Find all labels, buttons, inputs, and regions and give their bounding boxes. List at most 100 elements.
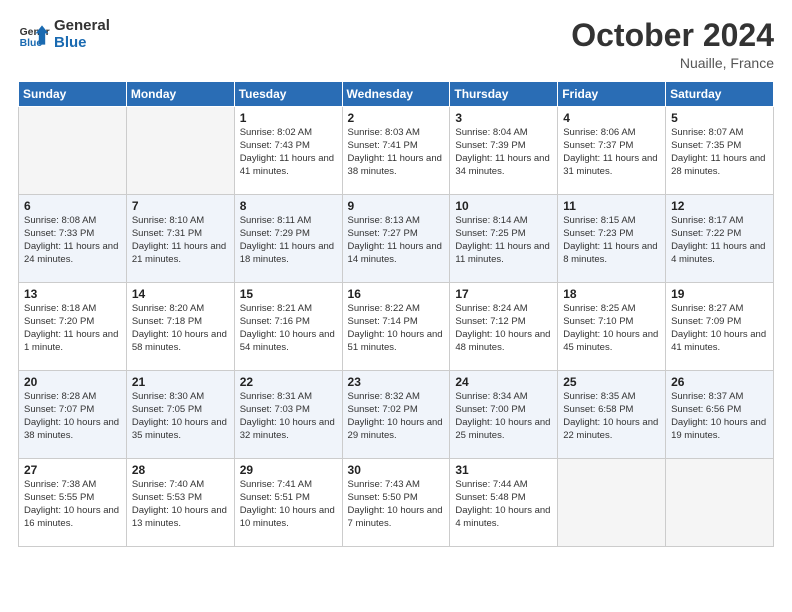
day-number: 25 [563, 375, 660, 389]
weekday-header-monday: Monday [126, 82, 234, 107]
calendar-cell: 18Sunrise: 8:25 AM Sunset: 7:10 PM Dayli… [558, 283, 666, 371]
day-number: 10 [455, 199, 552, 213]
day-detail: Sunrise: 7:41 AM Sunset: 5:51 PM Dayligh… [240, 479, 337, 530]
calendar-cell: 6Sunrise: 8:08 AM Sunset: 7:33 PM Daylig… [19, 195, 127, 283]
day-detail: Sunrise: 8:22 AM Sunset: 7:14 PM Dayligh… [348, 303, 445, 354]
calendar-week-row: 1 Sunrise: 8:02 AM Sunset: 7:43 PM Daylig… [19, 107, 774, 195]
calendar-cell [126, 107, 234, 195]
day-number: 5 [671, 111, 768, 125]
location-subtitle: Nuaille, France [571, 55, 774, 71]
calendar-cell: 19Sunrise: 8:27 AM Sunset: 7:09 PM Dayli… [666, 283, 774, 371]
weekday-header-sunday: Sunday [19, 82, 127, 107]
weekday-header-saturday: Saturday [666, 82, 774, 107]
calendar-header: SundayMondayTuesdayWednesdayThursdayFrid… [19, 82, 774, 107]
day-detail: Sunrise: 8:08 AM Sunset: 7:33 PM Dayligh… [24, 215, 121, 266]
calendar-week-row: 6Sunrise: 8:08 AM Sunset: 7:33 PM Daylig… [19, 195, 774, 283]
calendar-cell: 4 Sunrise: 8:06 AM Sunset: 7:37 PM Daylig… [558, 107, 666, 195]
calendar-cell: 20 Sunrise: 8:28 AM Sunset: 7:07 PM Dayli… [19, 371, 127, 459]
day-detail: Sunrise: 8:13 AM Sunset: 7:27 PM Dayligh… [348, 215, 445, 266]
calendar-cell: 26Sunrise: 8:37 AM Sunset: 6:56 PM Dayli… [666, 371, 774, 459]
day-number: 11 [563, 199, 660, 213]
calendar-cell: 8 Sunrise: 8:11 AM Sunset: 7:29 PM Daylig… [234, 195, 342, 283]
calendar-cell: 27 Sunrise: 7:38 AM Sunset: 5:55 PM Dayli… [19, 459, 127, 547]
day-number: 26 [671, 375, 768, 389]
day-number: 15 [240, 287, 337, 301]
day-number: 29 [240, 463, 337, 477]
page: General Blue General Blue October 2024 N… [0, 0, 792, 612]
day-detail: Sunrise: 8:15 AM Sunset: 7:23 PM Dayligh… [563, 215, 660, 266]
calendar-cell: 2 Sunrise: 8:03 AM Sunset: 7:41 PM Daylig… [342, 107, 450, 195]
day-number: 27 [24, 463, 121, 477]
calendar-week-row: 20 Sunrise: 8:28 AM Sunset: 7:07 PM Dayli… [19, 371, 774, 459]
calendar-cell: 24Sunrise: 8:34 AM Sunset: 7:00 PM Dayli… [450, 371, 558, 459]
logo-blue: Blue [54, 35, 110, 52]
day-detail: Sunrise: 8:30 AM Sunset: 7:05 PM Dayligh… [132, 391, 229, 442]
day-number: 8 [240, 199, 337, 213]
calendar-table: SundayMondayTuesdayWednesdayThursdayFrid… [18, 81, 774, 547]
weekday-row: SundayMondayTuesdayWednesdayThursdayFrid… [19, 82, 774, 107]
day-number: 2 [348, 111, 445, 125]
day-detail: Sunrise: 8:34 AM Sunset: 7:00 PM Dayligh… [455, 391, 552, 442]
calendar-cell: 31Sunrise: 7:44 AM Sunset: 5:48 PM Dayli… [450, 459, 558, 547]
day-detail: Sunrise: 8:31 AM Sunset: 7:03 PM Dayligh… [240, 391, 337, 442]
calendar-body: 1 Sunrise: 8:02 AM Sunset: 7:43 PM Daylig… [19, 107, 774, 547]
calendar-week-row: 27 Sunrise: 7:38 AM Sunset: 5:55 PM Dayli… [19, 459, 774, 547]
calendar-cell: 9 Sunrise: 8:13 AM Sunset: 7:27 PM Daylig… [342, 195, 450, 283]
calendar-cell [666, 459, 774, 547]
logo-general: General [54, 18, 110, 35]
day-number: 9 [348, 199, 445, 213]
day-detail: Sunrise: 8:11 AM Sunset: 7:29 PM Dayligh… [240, 215, 337, 266]
day-detail: Sunrise: 8:02 AM Sunset: 7:43 PM Dayligh… [240, 127, 337, 178]
calendar-cell: 3 Sunrise: 8:04 AM Sunset: 7:39 PM Daylig… [450, 107, 558, 195]
day-number: 28 [132, 463, 229, 477]
day-detail: Sunrise: 7:43 AM Sunset: 5:50 PM Dayligh… [348, 479, 445, 530]
calendar-cell: 11 Sunrise: 8:15 AM Sunset: 7:23 PM Dayli… [558, 195, 666, 283]
calendar-cell: 28 Sunrise: 7:40 AM Sunset: 5:53 PM Dayli… [126, 459, 234, 547]
day-number: 18 [563, 287, 660, 301]
calendar-cell: 1 Sunrise: 8:02 AM Sunset: 7:43 PM Daylig… [234, 107, 342, 195]
weekday-header-wednesday: Wednesday [342, 82, 450, 107]
day-detail: Sunrise: 7:40 AM Sunset: 5:53 PM Dayligh… [132, 479, 229, 530]
day-detail: Sunrise: 8:04 AM Sunset: 7:39 PM Dayligh… [455, 127, 552, 178]
title-block: October 2024 Nuaille, France [571, 18, 774, 71]
month-title: October 2024 [571, 18, 774, 53]
header: General Blue General Blue October 2024 N… [18, 18, 774, 71]
day-detail: Sunrise: 8:32 AM Sunset: 7:02 PM Dayligh… [348, 391, 445, 442]
calendar-cell: 17Sunrise: 8:24 AM Sunset: 7:12 PM Dayli… [450, 283, 558, 371]
weekday-header-friday: Friday [558, 82, 666, 107]
calendar-cell: 21Sunrise: 8:30 AM Sunset: 7:05 PM Dayli… [126, 371, 234, 459]
calendar-week-row: 13 Sunrise: 8:18 AM Sunset: 7:20 PM Dayli… [19, 283, 774, 371]
day-number: 4 [563, 111, 660, 125]
day-detail: Sunrise: 8:14 AM Sunset: 7:25 PM Dayligh… [455, 215, 552, 266]
day-detail: Sunrise: 8:28 AM Sunset: 7:07 PM Dayligh… [24, 391, 121, 442]
day-number: 1 [240, 111, 337, 125]
calendar-cell: 30Sunrise: 7:43 AM Sunset: 5:50 PM Dayli… [342, 459, 450, 547]
weekday-header-tuesday: Tuesday [234, 82, 342, 107]
calendar-cell: 15 Sunrise: 8:21 AM Sunset: 7:16 PM Dayli… [234, 283, 342, 371]
calendar-cell: 29 Sunrise: 7:41 AM Sunset: 5:51 PM Dayli… [234, 459, 342, 547]
day-number: 14 [132, 287, 229, 301]
day-number: 17 [455, 287, 552, 301]
day-detail: Sunrise: 8:07 AM Sunset: 7:35 PM Dayligh… [671, 127, 768, 178]
calendar-cell: 14Sunrise: 8:20 AM Sunset: 7:18 PM Dayli… [126, 283, 234, 371]
day-detail: Sunrise: 8:10 AM Sunset: 7:31 PM Dayligh… [132, 215, 229, 266]
day-number: 23 [348, 375, 445, 389]
day-number: 3 [455, 111, 552, 125]
day-detail: Sunrise: 7:38 AM Sunset: 5:55 PM Dayligh… [24, 479, 121, 530]
day-number: 22 [240, 375, 337, 389]
day-detail: Sunrise: 8:06 AM Sunset: 7:37 PM Dayligh… [563, 127, 660, 178]
calendar-cell: 7Sunrise: 8:10 AM Sunset: 7:31 PM Daylig… [126, 195, 234, 283]
day-number: 12 [671, 199, 768, 213]
day-number: 13 [24, 287, 121, 301]
day-number: 16 [348, 287, 445, 301]
day-detail: Sunrise: 8:21 AM Sunset: 7:16 PM Dayligh… [240, 303, 337, 354]
day-number: 20 [24, 375, 121, 389]
day-detail: Sunrise: 8:17 AM Sunset: 7:22 PM Dayligh… [671, 215, 768, 266]
calendar-cell: 16 Sunrise: 8:22 AM Sunset: 7:14 PM Dayli… [342, 283, 450, 371]
logo: General Blue General Blue [18, 18, 110, 51]
calendar-cell: 25Sunrise: 8:35 AM Sunset: 6:58 PM Dayli… [558, 371, 666, 459]
calendar-cell: 13 Sunrise: 8:18 AM Sunset: 7:20 PM Dayli… [19, 283, 127, 371]
calendar-cell: 23 Sunrise: 8:32 AM Sunset: 7:02 PM Dayli… [342, 371, 450, 459]
day-detail: Sunrise: 8:03 AM Sunset: 7:41 PM Dayligh… [348, 127, 445, 178]
day-detail: Sunrise: 8:18 AM Sunset: 7:20 PM Dayligh… [24, 303, 121, 354]
